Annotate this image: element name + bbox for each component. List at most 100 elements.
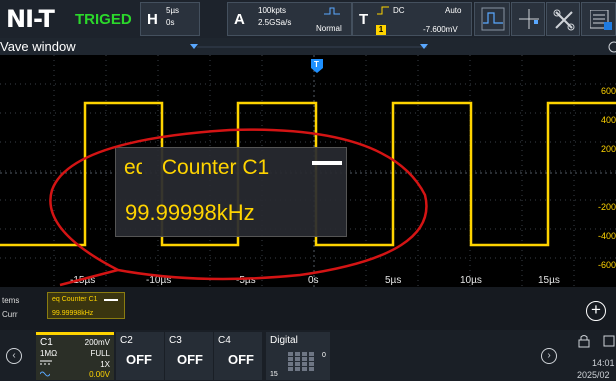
x-tick-label: 10µs — [460, 275, 482, 286]
acquire-letter: A — [234, 11, 245, 28]
y-tick-label: 400 — [600, 115, 616, 125]
ch1-offset: 0.00V — [89, 370, 110, 379]
digital-channel-card[interactable]: Digital 0 15 — [266, 332, 330, 380]
x-tick-label: 0s — [308, 275, 319, 286]
timebase-value: 5µs — [166, 6, 180, 15]
ch2-name: C2 — [120, 335, 133, 346]
measure-current-label: Curr — [2, 310, 18, 319]
horizontal-settings-button[interactable]: H 5µs 0s — [140, 2, 200, 36]
x-tick-label: -15µs — [70, 275, 96, 286]
lock-icon[interactable] — [578, 334, 590, 348]
digital-bit-grid — [288, 352, 318, 374]
x-tick-label: -10µs — [146, 275, 172, 286]
acquire-waveform-icon — [324, 7, 340, 15]
digital-name: Digital — [270, 335, 298, 346]
digital-bit — [288, 357, 293, 361]
cursor-button[interactable] — [511, 2, 545, 36]
brand-logo: NI-T — [6, 5, 55, 33]
counter-title: eq Counter C1 — [124, 156, 269, 180]
digital-bit — [309, 367, 314, 371]
digital-top-index: 0 — [322, 352, 326, 359]
digital-bit — [302, 357, 307, 361]
digital-bit — [295, 367, 300, 371]
channel-1-card[interactable]: C1 200mV 1MΩ FULL 1X 0.00V — [36, 332, 114, 380]
clock-date: 2025/02 — [577, 370, 610, 380]
storage-icon[interactable] — [603, 335, 616, 347]
waveform-display-button[interactable] — [474, 2, 510, 36]
ch4-state: OFF — [228, 352, 254, 367]
horizontal-position: 0s — [166, 18, 175, 27]
counter-title-label: Counter C1 — [161, 156, 270, 179]
ch1-waveform-icon — [40, 371, 50, 377]
y-tick-label: -600 — [597, 260, 616, 270]
trigger-letter: T — [359, 11, 369, 28]
cursor-icon — [519, 9, 539, 29]
wave-window-header: Vave window — [0, 38, 616, 55]
x-tick-label: -5µs — [236, 275, 256, 286]
y-tick-label: -400 — [597, 231, 616, 241]
tools-icon — [553, 9, 575, 31]
trigger-settings-button[interactable]: T DC Auto -7.600mV — [352, 2, 472, 36]
timebase-range-bar — [197, 46, 427, 48]
y-tick-label: 600 — [600, 86, 616, 96]
memory-depth: 100kpts — [258, 6, 287, 15]
ch1-probe: 1X — [100, 360, 110, 369]
clock-time: 14:01 — [592, 358, 615, 368]
sample-rate: 2.5GSa/s — [258, 18, 292, 27]
trigger-sweep: Auto — [445, 6, 462, 15]
right-range-marker-icon — [420, 44, 428, 49]
tools-button[interactable] — [546, 2, 580, 36]
y-tick-label: -200 — [597, 202, 616, 212]
scroll-right-button[interactable]: › — [541, 348, 557, 364]
acquire-settings-button[interactable]: A 100kpts 2.5GSa/s Normal — [227, 2, 352, 36]
trigger-level: -7.600mV — [423, 25, 458, 34]
counter-color-line — [312, 161, 342, 165]
counter-value: 99.99998kHz — [125, 200, 255, 225]
digital-bit — [295, 352, 300, 356]
digital-bit — [302, 352, 307, 356]
digital-bit — [288, 367, 293, 371]
digital-bit — [302, 362, 307, 366]
horizontal-letter: H — [147, 11, 158, 28]
y-tick-label: 200 — [600, 144, 616, 154]
scroll-left-button[interactable]: ‹ — [6, 348, 22, 364]
channel-4-card[interactable]: C4 OFF — [214, 332, 262, 380]
digital-bit — [309, 352, 314, 356]
x-tick-label: 5µs — [385, 275, 402, 286]
digital-bit — [288, 362, 293, 366]
counter-overlay[interactable]: eq Counter C1 99.99998kHz — [115, 147, 347, 237]
digital-bit — [288, 352, 293, 356]
ch3-state: OFF — [177, 352, 203, 367]
close-window-icon[interactable] — [606, 41, 616, 53]
waveform-grid-icon — [481, 7, 505, 31]
trigger-coupling: DC — [393, 6, 405, 15]
ch2-state: OFF — [126, 352, 152, 367]
digital-bit — [309, 362, 314, 366]
measurement-card-title: eq Counter C1 — [52, 296, 98, 303]
digital-bit — [309, 357, 314, 361]
digital-bit — [295, 362, 300, 366]
measurement-strip: tems Curr eq Counter C1 99.99998kHz + — [0, 287, 616, 330]
trigger-source-badge: 1 — [376, 25, 386, 35]
measurement-card-counter[interactable]: eq Counter C1 99.99998kHz — [47, 292, 125, 319]
trigger-marker-label: T — [314, 60, 319, 69]
rising-edge-icon — [377, 6, 389, 15]
ch4-name: C4 — [218, 335, 231, 346]
counter-title-prefix: eq — [124, 156, 142, 179]
measurement-card-line — [104, 299, 118, 301]
trigger-status: TRIGED — [75, 11, 132, 28]
menu-button[interactable] — [581, 2, 616, 36]
digital-bottom-index: 15 — [270, 371, 278, 378]
add-measurement-button[interactable]: + — [586, 301, 606, 321]
x-tick-label: 15µs — [538, 275, 560, 286]
acquire-mode: Normal — [316, 24, 342, 33]
ch3-name: C3 — [169, 335, 182, 346]
channel-2-card[interactable]: C2 OFF — [116, 332, 164, 380]
measure-items-label: tems — [2, 296, 20, 305]
menu-icon — [590, 10, 612, 30]
ch1-name: C1 — [40, 337, 53, 348]
measurement-card-value: 99.99998kHz — [52, 310, 94, 317]
ch1-bandwidth: FULL — [90, 349, 110, 358]
channel-bar: ‹ C1 200mV 1MΩ FULL 1X 0.00V C2 OFF C3 O… — [0, 330, 616, 381]
channel-3-card[interactable]: C3 OFF — [165, 332, 213, 380]
